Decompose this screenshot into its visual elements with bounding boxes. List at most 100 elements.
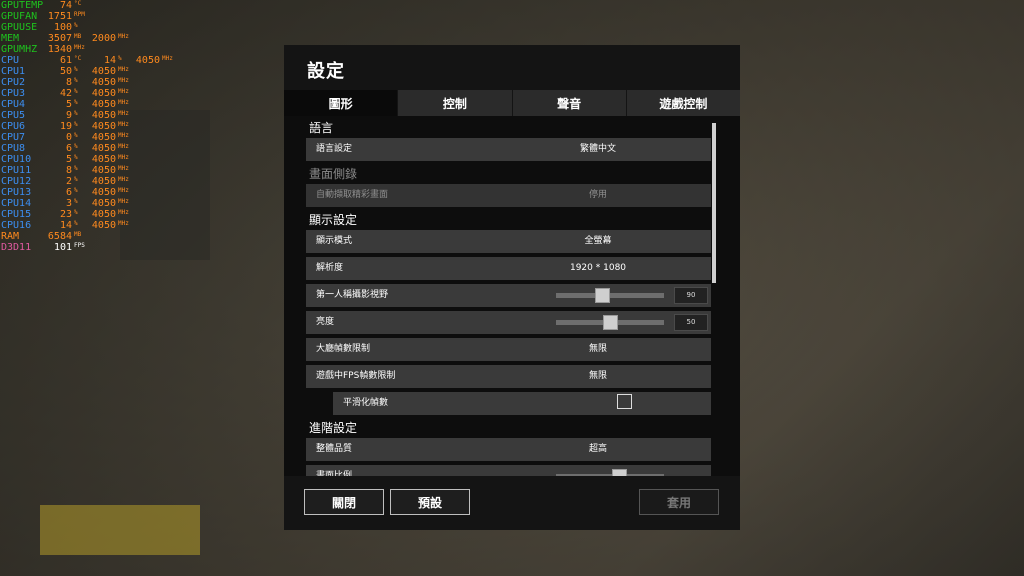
language-dropdown-value[interactable]: 繁體中文 xyxy=(580,138,616,161)
osd-unit: MHz xyxy=(162,55,173,62)
section-display: 顯示設定 xyxy=(309,213,358,227)
ingame-fps-value[interactable]: 無限 xyxy=(589,365,607,388)
row-label: 亮度 xyxy=(316,317,335,327)
osd-label: CPU6 xyxy=(1,121,26,132)
osd-unit: MB xyxy=(74,231,82,238)
fov-slider-thumb[interactable] xyxy=(595,288,610,303)
row-resolution[interactable]: 解析度 1920 * 1080 xyxy=(306,257,711,280)
tab-sound[interactable]: 聲音 xyxy=(511,90,626,116)
osd-unit: MHz xyxy=(118,88,129,95)
osd-label: CPU14 xyxy=(1,198,32,209)
osd-value: 6 xyxy=(65,143,72,154)
row-label: 自動擷取精彩畫面 xyxy=(316,190,389,200)
apply-button[interactable]: 套用 xyxy=(639,489,719,515)
osd-value: 3507 xyxy=(47,33,72,44)
brightness-value-field[interactable]: 50 xyxy=(674,314,708,331)
section-language: 語言 xyxy=(309,121,334,135)
osd-unit: MHz xyxy=(118,154,129,161)
osd-value: 3 xyxy=(65,198,72,209)
osd-label: CPU4 xyxy=(1,99,26,110)
osd-value: 4050 xyxy=(91,165,116,176)
osd-value: 4050 xyxy=(135,55,160,66)
osd-value: 5 xyxy=(65,154,72,165)
osd-unit: MHz xyxy=(118,209,129,216)
settings-list: 語言 語言設定 繁體中文 畫面側錄 自動擷取精彩畫面 停用 顯示設定 顯示模式 … xyxy=(306,119,711,476)
osd-unit: MHz xyxy=(118,99,129,106)
row-overall-quality[interactable]: 整體品質 超高 xyxy=(306,438,711,461)
osd-label: CPU12 xyxy=(1,176,32,187)
osd-value: 6584 xyxy=(47,231,72,242)
osd-value: 1340 xyxy=(47,44,72,55)
osd-value: 4050 xyxy=(91,220,116,231)
row-lobby-fps[interactable]: 大廳幀數限制 無限 xyxy=(306,338,711,361)
osd-value: 14 xyxy=(103,55,116,66)
osd-unit: % xyxy=(74,88,78,95)
fov-value-field[interactable]: 90 xyxy=(674,287,708,304)
background-shape xyxy=(120,110,210,260)
osd-unit: % xyxy=(74,176,78,183)
osd-unit: FPS xyxy=(74,242,85,249)
smooth-fps-checkbox[interactable] xyxy=(617,394,632,409)
osd-value: 4050 xyxy=(91,121,116,132)
tab-controls[interactable]: 控制 xyxy=(397,90,512,116)
osd-value: 42 xyxy=(59,88,72,99)
row-ingame-fps[interactable]: 遊戲中FPS幀數限制 無限 xyxy=(306,365,711,388)
row-fov: 第一人稱攝影視野 90 xyxy=(306,284,711,307)
brightness-slider-thumb[interactable] xyxy=(603,315,618,330)
osd-unit: % xyxy=(74,77,78,84)
lobby-fps-value[interactable]: 無限 xyxy=(589,338,607,361)
auto-capture-value: 停用 xyxy=(588,190,608,200)
row-label: 語言設定 xyxy=(316,144,353,154)
row-brightness: 亮度 50 xyxy=(306,311,711,334)
osd-label: CPU1 xyxy=(1,66,26,77)
row-language-setting[interactable]: 語言設定 繁體中文 xyxy=(306,138,711,161)
dialog-title: 設定 xyxy=(307,61,345,82)
row-auto-capture: 自動擷取精彩畫面 停用 xyxy=(306,184,711,207)
osd-label: D3D11 xyxy=(1,242,32,253)
row-label: 顯示模式 xyxy=(316,236,353,246)
osd-label: CPU16 xyxy=(1,220,32,231)
osd-unit: % xyxy=(74,143,78,150)
osd-unit: MHz xyxy=(118,33,129,40)
fov-slider[interactable] xyxy=(556,288,664,303)
osd-label: CPU8 xyxy=(1,143,26,154)
row-label: 平滑化幀數 xyxy=(343,398,389,408)
overall-quality-value[interactable]: 超高 xyxy=(589,438,607,461)
screen-scale-slider-thumb[interactable] xyxy=(612,469,627,476)
osd-value: 4050 xyxy=(91,66,116,77)
row-display-mode[interactable]: 顯示模式 全螢幕 xyxy=(306,230,711,253)
osd-unit: % xyxy=(74,99,78,106)
osd-value: 23 xyxy=(59,209,72,220)
osd-unit: MHz xyxy=(118,121,129,128)
osd-value: 9 xyxy=(65,110,72,121)
tab-graphics[interactable]: 圖形 xyxy=(284,90,398,116)
default-button[interactable]: 預設 xyxy=(390,489,470,515)
settings-panel: 語言 語言設定 繁體中文 畫面側錄 自動擷取精彩畫面 停用 顯示設定 顯示模式 … xyxy=(284,116,740,476)
screen-scale-slider[interactable] xyxy=(556,469,664,476)
close-button[interactable]: 關閉 xyxy=(304,489,384,515)
osd-unit: % xyxy=(118,55,122,62)
osd-value: 4050 xyxy=(91,110,116,121)
settings-scrollbar[interactable] xyxy=(712,123,716,283)
osd-value: 4050 xyxy=(91,187,116,198)
osd-unit: % xyxy=(74,154,78,161)
osd-label: CPU13 xyxy=(1,187,32,198)
osd-label: CPU15 xyxy=(1,209,32,220)
osd-unit: MHz xyxy=(118,143,129,150)
osd-value: 5 xyxy=(65,99,72,110)
osd-unit: MHz xyxy=(118,176,129,183)
resolution-value[interactable]: 1920 * 1080 xyxy=(570,257,626,280)
osd-unit: % xyxy=(74,132,78,139)
osd-value: 100 xyxy=(53,22,72,33)
osd-value: 8 xyxy=(65,165,72,176)
settings-tabs: 圖形 控制 聲音 遊戲控制 xyxy=(284,90,740,116)
row-smooth-fps: 平滑化幀數 xyxy=(333,392,711,415)
background-start-button xyxy=(40,505,200,555)
tab-gameplay[interactable]: 遊戲控制 xyxy=(625,90,740,116)
osd-value: 101 xyxy=(53,242,72,253)
osd-unit: RPM xyxy=(74,11,85,18)
display-mode-value[interactable]: 全螢幕 xyxy=(584,230,611,253)
brightness-slider[interactable] xyxy=(556,315,664,330)
osd-value: 4050 xyxy=(91,77,116,88)
osd-label: CPU2 xyxy=(1,77,26,88)
